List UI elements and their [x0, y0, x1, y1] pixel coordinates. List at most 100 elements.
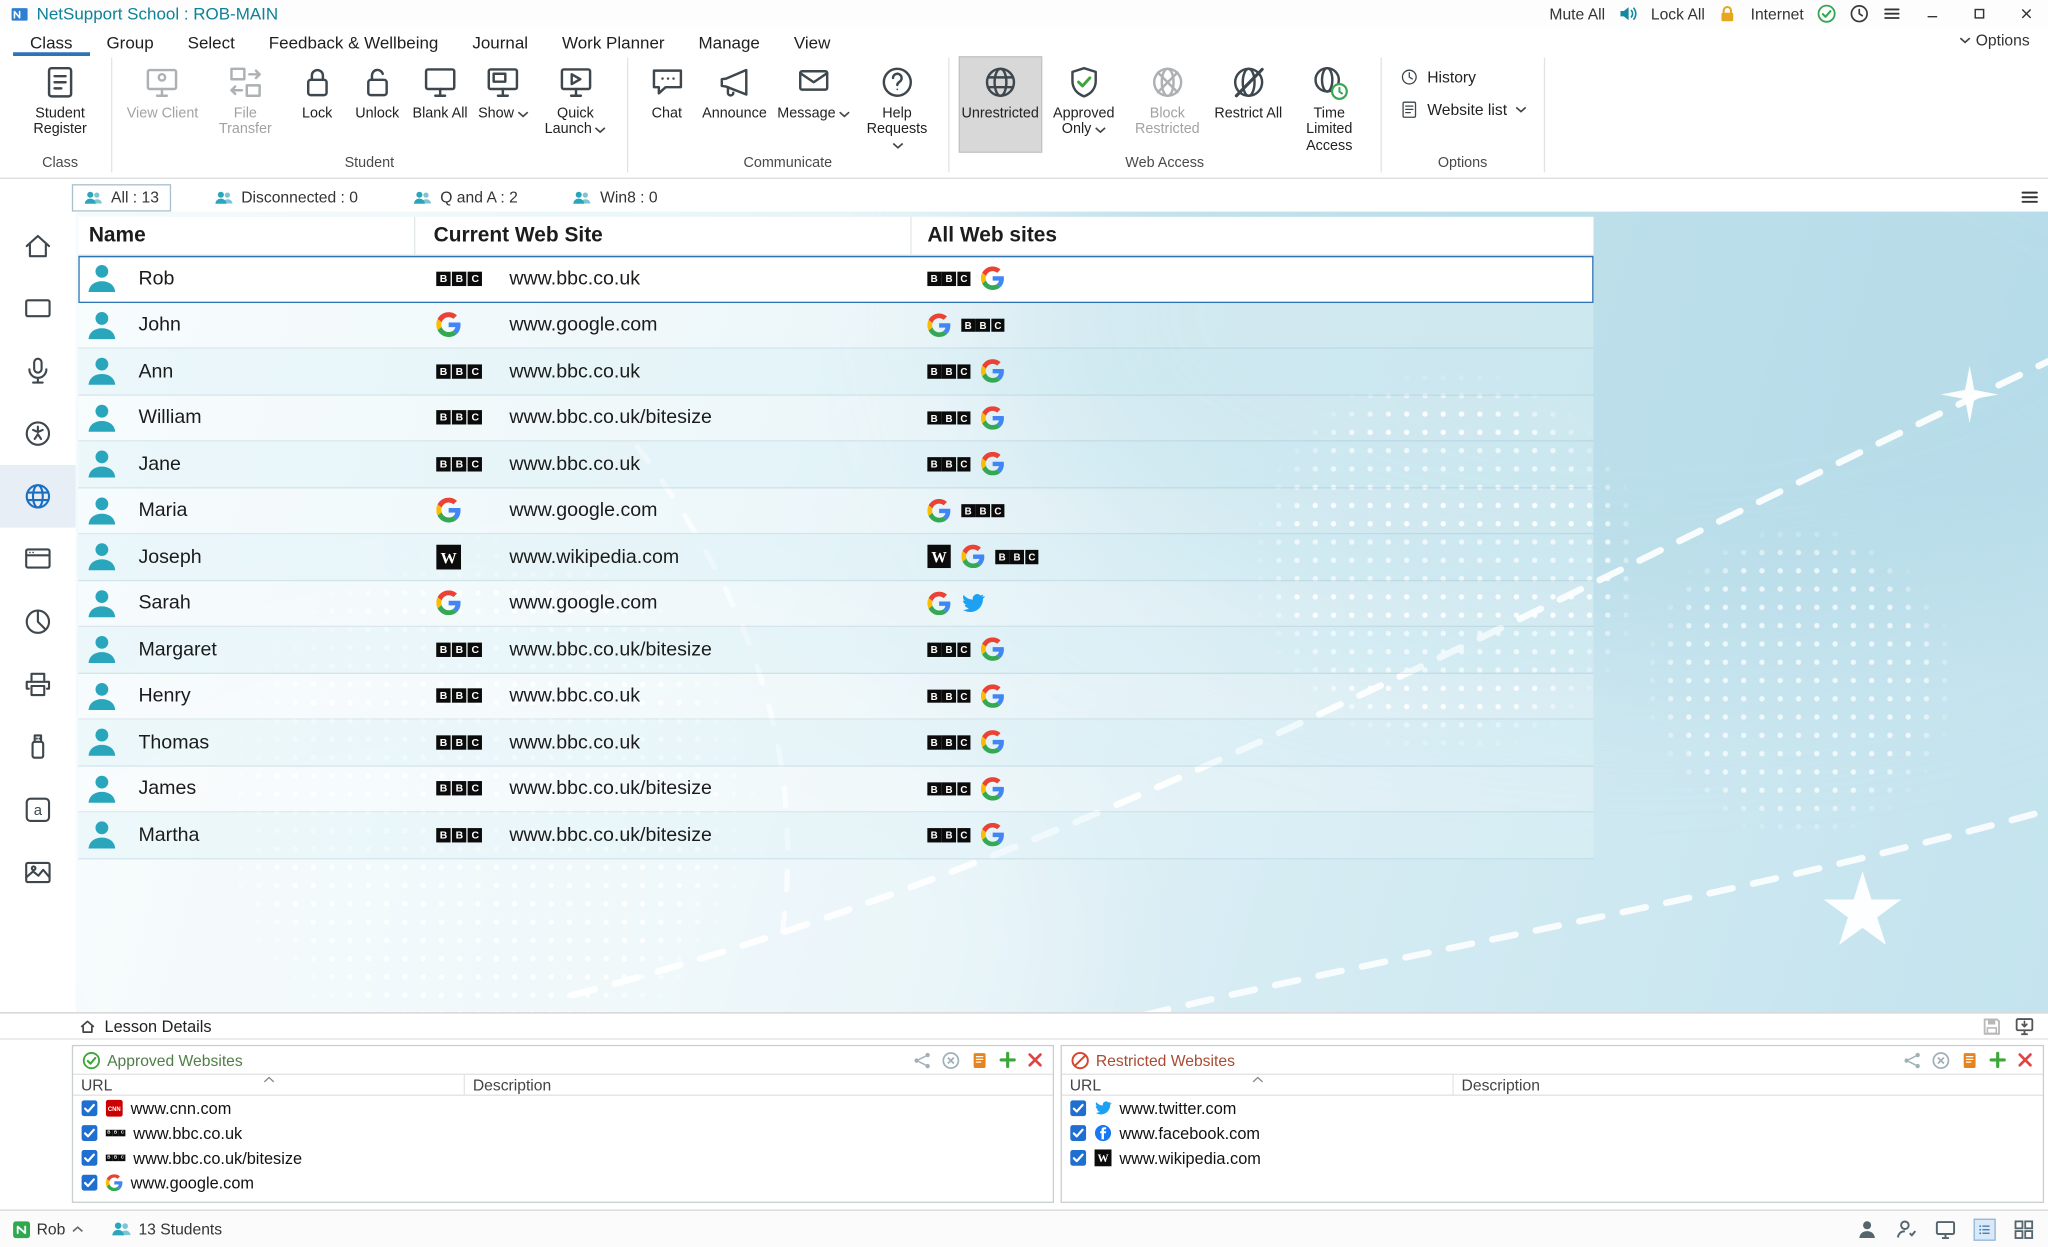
tab-class[interactable]: Class	[13, 27, 89, 56]
tab-select[interactable]: Select	[171, 27, 252, 56]
student-row[interactable]: ThomasBBCwww.bbc.co.ukBBC	[78, 720, 1593, 766]
tab-work-planner[interactable]: Work Planner	[545, 27, 682, 56]
journal-icon[interactable]	[1960, 1051, 1978, 1069]
website-checkbox-icon[interactable]	[1070, 1149, 1087, 1166]
sidebar-pie-button[interactable]	[0, 590, 76, 653]
internet-status-icon[interactable]	[1817, 4, 1837, 24]
column-header-all-websites[interactable]: All Web sites	[912, 217, 1594, 255]
send-to-journal-icon[interactable]	[2014, 1016, 2035, 1037]
sidebar-web-button[interactable]	[0, 465, 76, 528]
website-row[interactable]: BBCwww.bbc.co.uk	[73, 1121, 1053, 1146]
website-checkbox-icon[interactable]	[1070, 1100, 1087, 1117]
student-tab-disconnected-0[interactable]: Disconnected : 0	[202, 184, 370, 211]
student-status-icon[interactable]	[1895, 1218, 1917, 1240]
website-row[interactable]: www.google.com	[73, 1170, 1053, 1195]
add-restricted-website-button[interactable]	[1989, 1051, 2006, 1068]
sidebar-monitor-button[interactable]	[0, 277, 76, 340]
student-row[interactable]: WilliamBBCwww.bbc.co.uk/bitesizeBBC	[78, 395, 1593, 441]
website-checkbox-icon[interactable]	[81, 1100, 98, 1117]
add-approved-website-button[interactable]	[999, 1051, 1016, 1068]
unrestricted-button[interactable]: Unrestricted	[958, 56, 1042, 153]
student-row[interactable]: AnnBBCwww.bbc.co.ukBBC	[78, 349, 1593, 395]
website-row[interactable]: www.twitter.com	[1062, 1096, 2043, 1121]
student-row[interactable]: RobBBCwww.bbc.co.ukBBC	[78, 256, 1593, 302]
tab-feedback-wellbeing[interactable]: Feedback & Wellbeing	[252, 27, 456, 56]
description-column-header[interactable]: Description	[465, 1076, 1053, 1094]
close-button[interactable]	[2009, 2, 2043, 26]
tab-journal[interactable]: Journal	[455, 27, 545, 56]
message-button[interactable]: Message	[772, 56, 855, 153]
student-row[interactable]: JosephWwww.wikipedia.comWBBC	[78, 534, 1593, 580]
history-button[interactable]: History	[1398, 67, 1526, 88]
student-row[interactable]: Mariawww.google.comBBC	[78, 488, 1593, 534]
clear-list-icon[interactable]	[1932, 1051, 1950, 1069]
student-tab-win8-0[interactable]: Win8 : 0	[561, 184, 669, 211]
website-row[interactable]: BBCwww.bbc.co.uk/bitesize	[73, 1145, 1053, 1170]
maximize-button[interactable]	[1962, 2, 1996, 26]
website-list-button[interactable]: Website list	[1398, 99, 1526, 120]
website-row[interactable]: CNNwww.cnn.com	[73, 1096, 1053, 1121]
tab-view[interactable]: View	[777, 27, 847, 56]
url-column-header[interactable]: URL	[81, 1076, 112, 1094]
restrict-all-button[interactable]: Restrict All	[1209, 56, 1287, 153]
apply-to-students-icon[interactable]	[913, 1051, 931, 1069]
website-checkbox-icon[interactable]	[81, 1174, 98, 1191]
student-row[interactable]: HenryBBCwww.bbc.co.ukBBC	[78, 673, 1593, 719]
time-limited-access-button[interactable]: Time Limited Access	[1287, 56, 1371, 153]
student-row[interactable]: MarthaBBCwww.bbc.co.uk/bitesizeBBC	[78, 812, 1593, 858]
clock-icon[interactable]	[1849, 4, 1869, 24]
list-view-icon[interactable]	[1974, 1218, 1996, 1240]
options-toggle[interactable]: Options	[1959, 31, 2030, 49]
tab-group[interactable]: Group	[89, 27, 170, 56]
apply-to-students-icon[interactable]	[1903, 1051, 1921, 1069]
lock-button[interactable]: Lock	[287, 56, 347, 153]
chat-button[interactable]: Chat	[637, 56, 697, 153]
sidebar-media-button[interactable]	[0, 841, 76, 904]
website-checkbox-icon[interactable]	[81, 1149, 98, 1166]
student-row[interactable]: JaneBBCwww.bbc.co.ukBBC	[78, 441, 1593, 487]
sidebar-usb-button[interactable]	[0, 716, 76, 779]
sidebar-dial-button[interactable]	[0, 402, 76, 465]
website-checkbox-icon[interactable]	[1070, 1125, 1087, 1142]
journal-icon[interactable]	[970, 1051, 988, 1069]
quick-launch-button[interactable]: Quick Launch	[534, 56, 618, 153]
students-view-icon[interactable]	[1856, 1218, 1878, 1240]
url-column-header[interactable]: URL	[1070, 1076, 1101, 1094]
student-row[interactable]: Sarahwww.google.com	[78, 581, 1593, 627]
tab-manage[interactable]: Manage	[682, 27, 777, 56]
help-requests-button[interactable]: Help Requests	[855, 56, 939, 153]
sidebar-home-button[interactable]	[0, 214, 76, 277]
speaker-icon[interactable]	[1618, 4, 1638, 24]
student-row[interactable]: MargaretBBCwww.bbc.co.uk/bitesizeBBC	[78, 627, 1593, 673]
sidebar-microphone-button[interactable]	[0, 340, 76, 403]
student-row[interactable]: Johnwww.google.comBBC	[78, 302, 1593, 348]
website-row[interactable]: Wwww.wikipedia.com	[1062, 1145, 2043, 1170]
lock-icon[interactable]	[1718, 4, 1738, 24]
student-tab-q-and-a-2[interactable]: Q and A : 2	[401, 184, 530, 211]
grid-view-icon[interactable]	[2013, 1218, 2035, 1240]
student-tab-all-13[interactable]: All : 13	[72, 184, 171, 211]
announce-button[interactable]: Announce	[697, 56, 772, 153]
minimize-button[interactable]	[1915, 2, 1949, 26]
student-row[interactable]: JamesBBCwww.bbc.co.uk/bitesizeBBC	[78, 766, 1593, 812]
sidebar-window-button[interactable]	[0, 528, 76, 591]
remove-restricted-website-button[interactable]	[2017, 1051, 2034, 1068]
unlock-button[interactable]: Unlock	[347, 56, 407, 153]
student-register-button[interactable]: Student Register	[18, 56, 102, 153]
menu-icon[interactable]	[1882, 4, 1902, 24]
blank-all-button[interactable]: Blank All	[407, 56, 473, 153]
connected-tutor[interactable]: Rob	[13, 1220, 84, 1238]
sidebar-apps-button[interactable]: a	[0, 778, 76, 841]
approved-only-button[interactable]: Approved Only	[1042, 56, 1126, 153]
remove-approved-website-button[interactable]	[1027, 1051, 1044, 1068]
sidebar-printer-button[interactable]	[0, 653, 76, 716]
monitor-view-icon[interactable]	[1934, 1218, 1956, 1240]
description-column-header[interactable]: Description	[1454, 1076, 2043, 1094]
column-header-current-website[interactable]: Current Web Site	[415, 217, 911, 255]
clear-list-icon[interactable]	[942, 1051, 960, 1069]
list-options-icon[interactable]	[2019, 187, 2040, 208]
show-button[interactable]: Show	[473, 56, 534, 153]
website-row[interactable]: www.facebook.com	[1062, 1121, 2043, 1146]
save-icon[interactable]	[1981, 1016, 2002, 1037]
website-checkbox-icon[interactable]	[81, 1125, 98, 1142]
